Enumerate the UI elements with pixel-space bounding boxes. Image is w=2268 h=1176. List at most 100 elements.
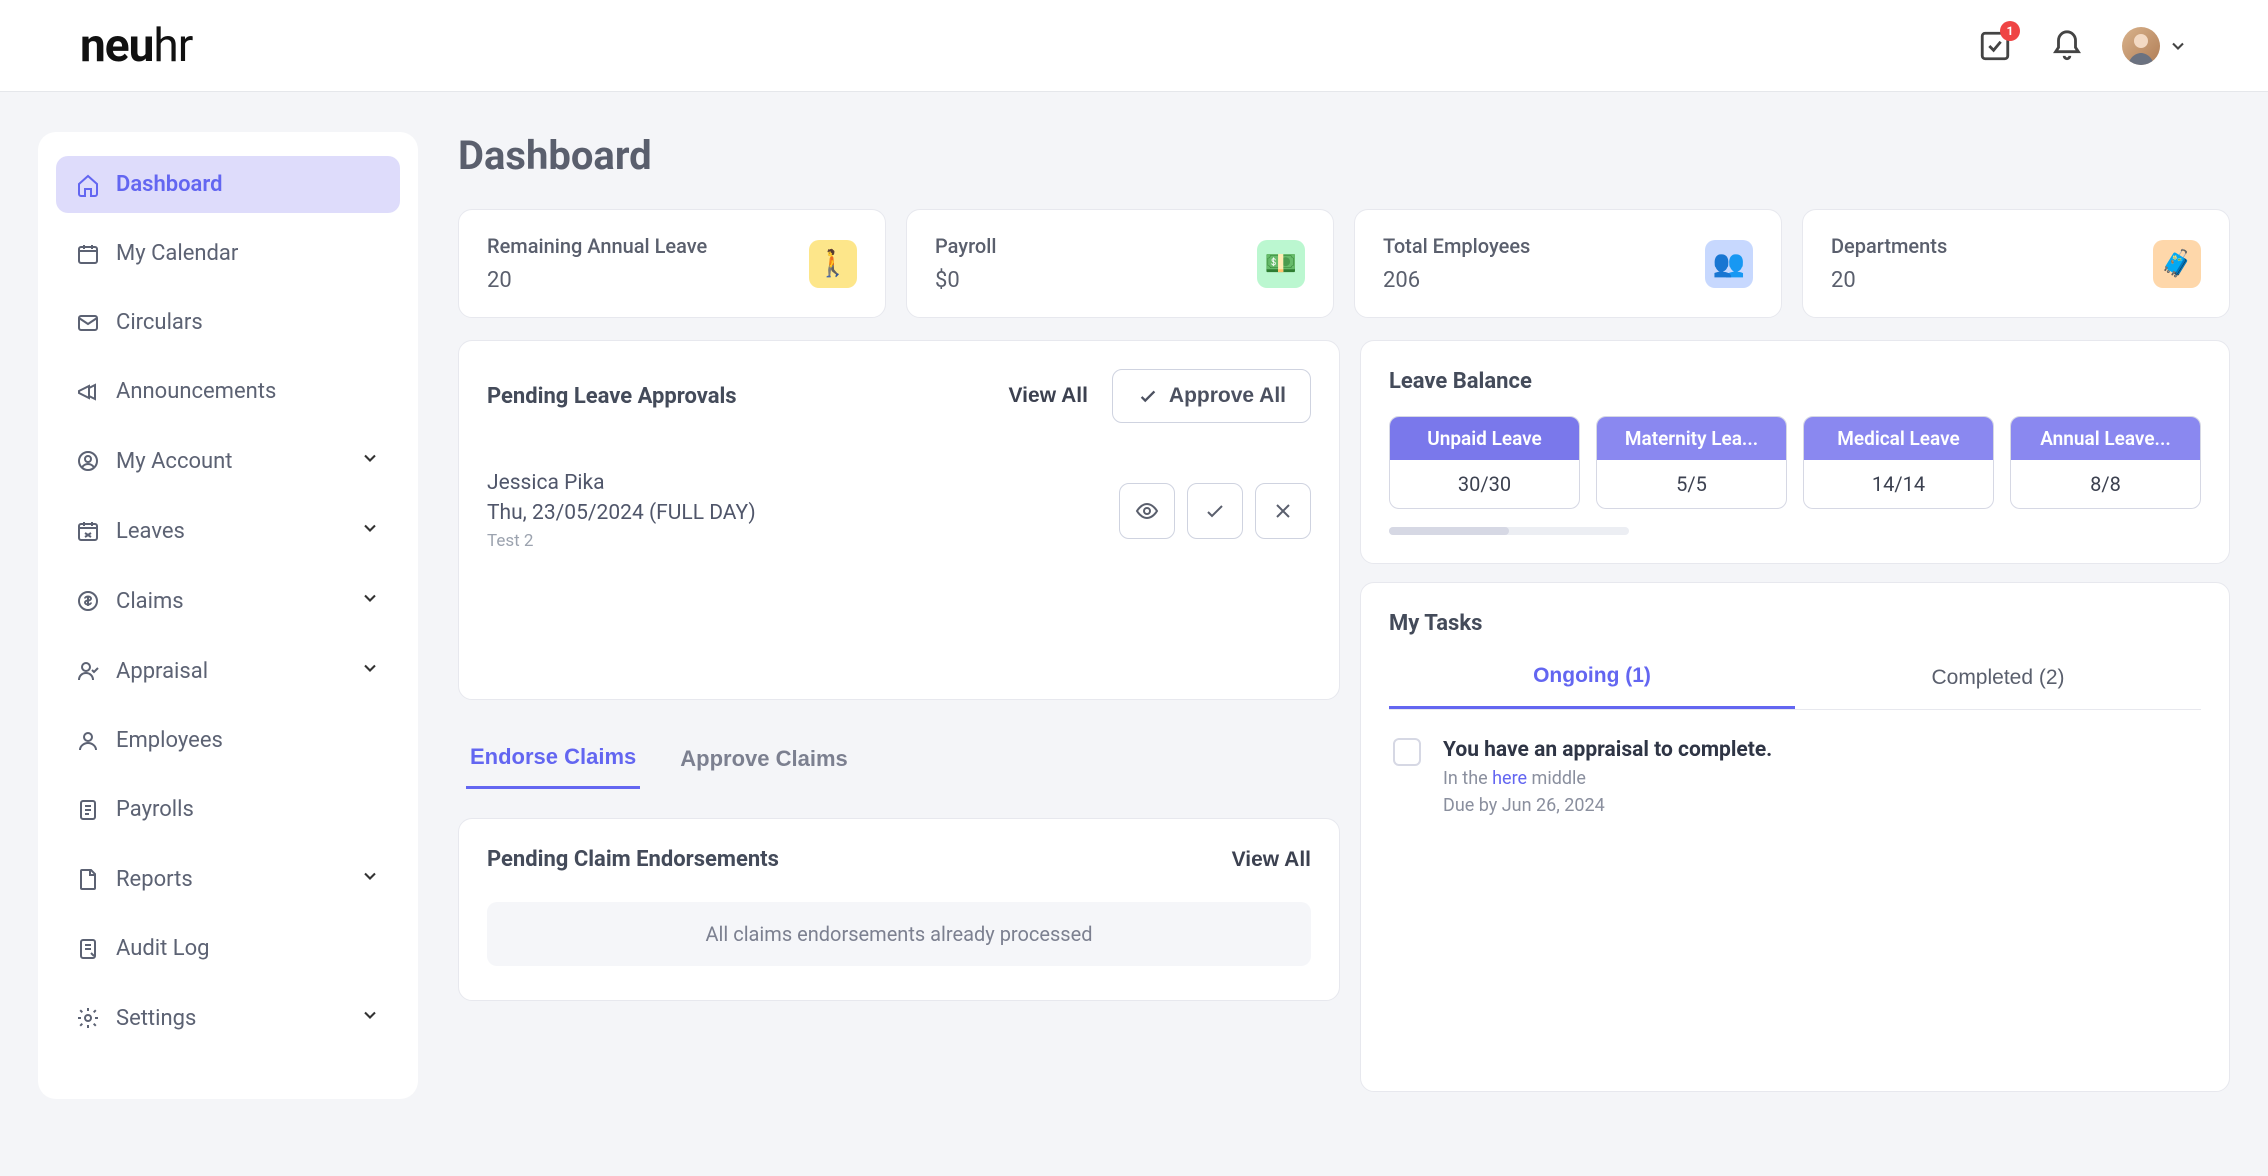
calendar-x-icon	[76, 519, 100, 543]
stat-value: 20	[487, 268, 707, 293]
tasks-tabs: Ongoing (1) Completed (2)	[1389, 646, 2201, 710]
balance-value: 5/5	[1597, 460, 1786, 508]
briefcase-icon: 🧳	[2153, 240, 2201, 288]
balance-maternity-leave[interactable]: Maternity Lea... 5/5	[1596, 416, 1787, 509]
sidebar-item-payrolls[interactable]: Payrolls	[56, 781, 400, 838]
view-button[interactable]	[1119, 483, 1175, 539]
inbox-badge: 1	[2000, 21, 2020, 41]
leave-balance-card: Leave Balance Unpaid Leave 30/30 Materni…	[1360, 340, 2230, 564]
task-link[interactable]: here	[1492, 768, 1527, 789]
sidebar-item-label: Reports	[116, 867, 193, 892]
view-all-button[interactable]: View All	[1009, 384, 1088, 408]
tab-endorse-claims[interactable]: Endorse Claims	[466, 728, 640, 789]
megaphone-icon	[76, 380, 100, 404]
balance-unpaid-leave[interactable]: Unpaid Leave 30/30	[1389, 416, 1580, 509]
calendar-icon	[76, 242, 100, 266]
balance-label: Annual Leave...	[2011, 417, 2200, 460]
sidebar-item-settings[interactable]: Settings	[56, 989, 400, 1047]
avatar	[2122, 27, 2160, 65]
balance-annual-leave[interactable]: Annual Leave... 8/8	[2010, 416, 2201, 509]
balance-value: 14/14	[1804, 460, 1993, 508]
stat-label: Total Employees	[1383, 234, 1530, 258]
sidebar-item-dashboard[interactable]: Dashboard	[56, 156, 400, 213]
sidebar-item-label: Appraisal	[116, 659, 208, 684]
file-icon	[76, 867, 100, 891]
balance-medical-leave[interactable]: Medical Leave 14/14	[1803, 416, 1994, 509]
sidebar-item-label: Audit Log	[116, 936, 210, 961]
app-logo[interactable]: neuhr	[80, 19, 192, 73]
sidebar: Dashboard My Calendar Circulars Announce…	[38, 132, 418, 1099]
approve-all-label: Approve All	[1169, 384, 1286, 408]
task-checkbox[interactable]	[1393, 738, 1421, 766]
chevron-down-icon	[360, 866, 380, 886]
check-icon	[1137, 385, 1159, 407]
tab-approve-claims[interactable]: Approve Claims	[676, 728, 852, 789]
dollar-icon	[76, 589, 100, 613]
logo-part-neu: neu	[80, 19, 153, 73]
sidebar-item-label: Settings	[116, 1006, 196, 1031]
tab-ongoing[interactable]: Ongoing (1)	[1389, 646, 1795, 709]
main-content: Dashboard Remaining Annual Leave 20 🚶 Pa…	[458, 132, 2230, 1099]
sidebar-item-announcements[interactable]: Announcements	[56, 363, 400, 420]
user-check-icon	[76, 659, 100, 683]
balance-label: Medical Leave	[1804, 417, 1993, 460]
sidebar-item-my-calendar[interactable]: My Calendar	[56, 225, 400, 282]
sidebar-item-label: Circulars	[116, 310, 203, 335]
tab-completed[interactable]: Completed (2)	[1795, 646, 2201, 709]
stat-label: Departments	[1831, 234, 1947, 258]
sidebar-item-audit-log[interactable]: Audit Log	[56, 920, 400, 977]
reject-button[interactable]	[1255, 483, 1311, 539]
logo-part-hr: hr	[153, 19, 192, 73]
receipt-icon	[76, 798, 100, 822]
sidebar-item-label: Claims	[116, 589, 184, 614]
approve-button[interactable]	[1187, 483, 1243, 539]
sidebar-item-label: My Calendar	[116, 241, 238, 266]
employee-name: Jessica Pika	[487, 471, 756, 495]
task-subtext: In the here middle	[1443, 768, 1772, 789]
pending-leave-approvals-card: Pending Leave Approvals View All Approve…	[458, 340, 1340, 700]
sidebar-item-circulars[interactable]: Circulars	[56, 294, 400, 351]
stat-total-employees: Total Employees 206 👥	[1354, 209, 1782, 318]
page-title: Dashboard	[458, 132, 2230, 179]
stats-row: Remaining Annual Leave 20 🚶 Payroll $0 💵…	[458, 209, 2230, 318]
task-title: You have an appraisal to complete.	[1443, 738, 1772, 762]
view-all-button[interactable]: View All	[1232, 848, 1311, 872]
stat-value: 206	[1383, 268, 1530, 293]
sidebar-item-label: Announcements	[116, 379, 276, 404]
user-menu[interactable]	[2122, 27, 2188, 65]
top-header: neuhr 1	[0, 0, 2268, 92]
stat-value: $0	[935, 268, 996, 293]
chevron-down-icon	[360, 518, 380, 538]
sidebar-item-appraisal[interactable]: Appraisal	[56, 642, 400, 700]
my-tasks-card: My Tasks Ongoing (1) Completed (2) You h…	[1360, 582, 2230, 1092]
approve-all-button[interactable]: Approve All	[1112, 369, 1311, 423]
sidebar-item-reports[interactable]: Reports	[56, 850, 400, 908]
sidebar-item-claims[interactable]: Claims	[56, 572, 400, 630]
pending-claim-endorsements-card: Pending Claim Endorsements View All All …	[458, 818, 1340, 1001]
sidebar-item-my-account[interactable]: My Account	[56, 432, 400, 490]
people-icon: 👥	[1705, 240, 1753, 288]
stat-label: Remaining Annual Leave	[487, 234, 707, 258]
stat-label: Payroll	[935, 234, 996, 258]
sidebar-item-employees[interactable]: Employees	[56, 712, 400, 769]
sidebar-item-leaves[interactable]: Leaves	[56, 502, 400, 560]
inbox-button[interactable]: 1	[1978, 29, 2012, 63]
close-icon	[1271, 499, 1295, 523]
chevron-down-icon	[2168, 36, 2188, 56]
user-circle-icon	[76, 449, 100, 473]
empty-state: All claims endorsements already processe…	[487, 902, 1311, 966]
stat-departments: Departments 20 🧳	[1802, 209, 2230, 318]
balance-label: Maternity Lea...	[1597, 417, 1786, 460]
claims-tabs: Endorse Claims Approve Claims	[458, 728, 1340, 790]
column-left: Pending Leave Approvals View All Approve…	[458, 340, 1340, 1001]
card-title: Pending Leave Approvals	[487, 384, 737, 409]
leave-balance-row[interactable]: Unpaid Leave 30/30 Maternity Lea... 5/5 …	[1389, 416, 2201, 513]
scroll-indicator[interactable]	[1389, 527, 1629, 535]
approval-item: Jessica Pika Thu, 23/05/2024 (FULL DAY) …	[487, 453, 1311, 569]
balance-value: 8/8	[2011, 460, 2200, 508]
task-due: Due by Jun 26, 2024	[1443, 795, 1772, 816]
check-icon	[1203, 499, 1227, 523]
leave-note: Test 2	[487, 531, 756, 551]
card-title: My Tasks	[1389, 611, 2201, 636]
notifications-button[interactable]	[2050, 29, 2084, 63]
